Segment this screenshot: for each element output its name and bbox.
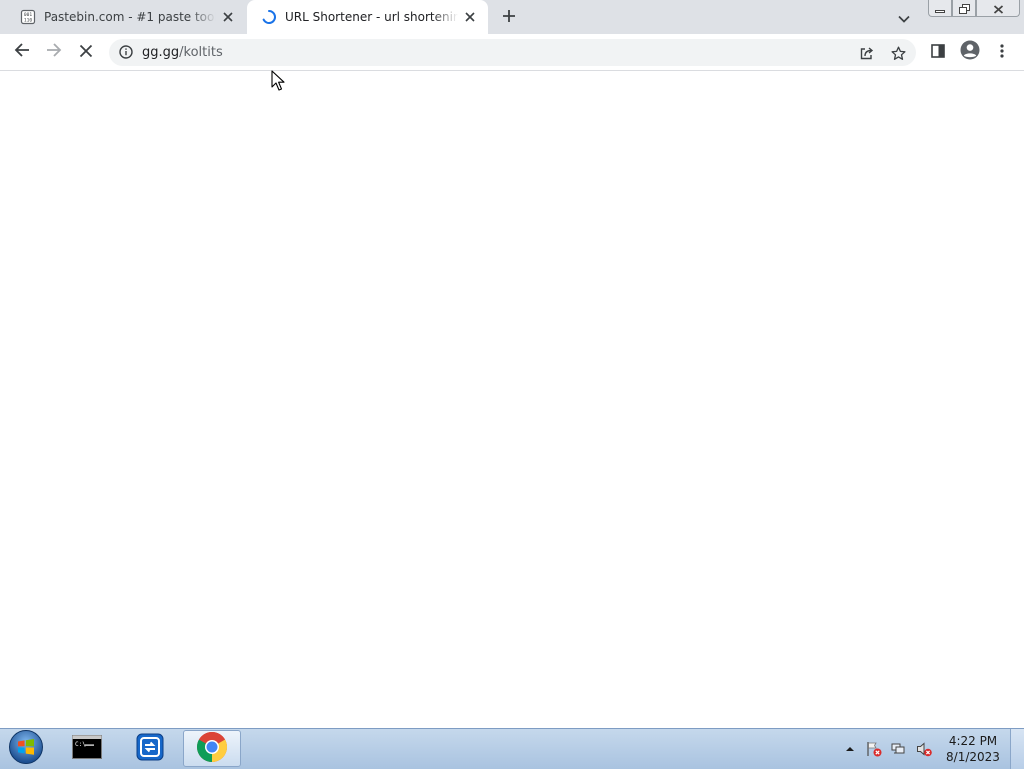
tab-pastebin[interactable]: 001 110 Pastebin.com - #1 paste tool sin… [8, 0, 246, 34]
back-arrow-icon [14, 42, 30, 62]
side-panel-icon [931, 43, 945, 62]
tab-title: Pastebin.com - #1 paste tool since 2002! [44, 10, 216, 24]
restore-button[interactable] [952, 0, 976, 17]
windows-taskbar: C:\ 4:22 PM 8/1/2023 [0, 728, 1024, 769]
window-close-button[interactable] [976, 0, 1020, 17]
svg-text:C:\: C:\ [75, 741, 86, 748]
minimize-icon [935, 0, 945, 18]
action-center-flag-icon[interactable] [866, 741, 882, 757]
close-icon [993, 0, 1004, 18]
kebab-menu-icon [1000, 43, 1004, 62]
tab-strip: 001 110 Pastebin.com - #1 paste tool sin… [0, 0, 1024, 34]
url-host: gg.gg [142, 45, 180, 60]
url-path: /koltits [179, 45, 223, 60]
volume-muted-icon[interactable] [916, 741, 932, 757]
pastebin-favicon-icon: 001 110 [20, 9, 36, 25]
share-icon[interactable] [855, 42, 877, 64]
back-button[interactable] [8, 38, 36, 66]
tab-close-icon[interactable] [458, 5, 482, 29]
browser-toolbar: gg.gg/koltits [0, 34, 1024, 71]
tray-overflow-chevron-icon[interactable] [842, 741, 858, 757]
url-text: gg.gg/koltits [142, 39, 223, 66]
tab-title: URL Shortener - url shortening service [285, 10, 458, 24]
windows-start-orb-icon [8, 729, 44, 769]
command-prompt-icon: C:\ [72, 734, 102, 763]
taskbar-clock[interactable]: 4:22 PM 8/1/2023 [940, 733, 1006, 765]
new-tab-button[interactable] [496, 5, 522, 29]
network-tool-icon [135, 732, 165, 766]
clock-time: 4:22 PM [948, 734, 998, 748]
side-panel-button[interactable] [924, 38, 952, 66]
browser-menu-button[interactable] [988, 38, 1016, 66]
start-button[interactable] [6, 730, 46, 768]
address-bar[interactable]: gg.gg/koltits [109, 39, 916, 66]
mouse-cursor-icon [271, 70, 285, 96]
show-desktop-button[interactable] [1010, 729, 1024, 769]
profile-button[interactable] [956, 38, 984, 66]
stop-icon [79, 43, 93, 62]
network-status-icon[interactable] [891, 741, 907, 757]
stop-loading-button[interactable] [72, 38, 100, 66]
plus-icon [502, 8, 516, 27]
taskbar-google-chrome[interactable] [183, 730, 241, 767]
chrome-icon [196, 731, 228, 767]
forward-button[interactable] [40, 38, 68, 66]
loading-spinner-icon [261, 9, 277, 25]
tab-close-icon[interactable] [216, 5, 240, 29]
svg-text:001: 001 [24, 12, 33, 18]
chevron-down-icon [898, 8, 910, 27]
clock-date: 8/1/2023 [946, 750, 1000, 764]
tab-url-shortener[interactable]: URL Shortener - url shortening service [247, 0, 488, 34]
page-content [0, 71, 1024, 728]
minimize-button[interactable] [928, 0, 952, 17]
svg-text:110: 110 [24, 17, 33, 23]
forward-arrow-icon [46, 42, 62, 62]
profile-avatar-icon [960, 40, 980, 64]
restore-icon [958, 0, 970, 18]
bookmark-star-icon[interactable] [887, 42, 909, 64]
tab-search-button[interactable] [892, 6, 916, 28]
taskbar-network-tool[interactable] [121, 730, 179, 767]
site-info-icon[interactable] [118, 44, 134, 60]
taskbar-command-prompt[interactable]: C:\ [58, 730, 116, 767]
